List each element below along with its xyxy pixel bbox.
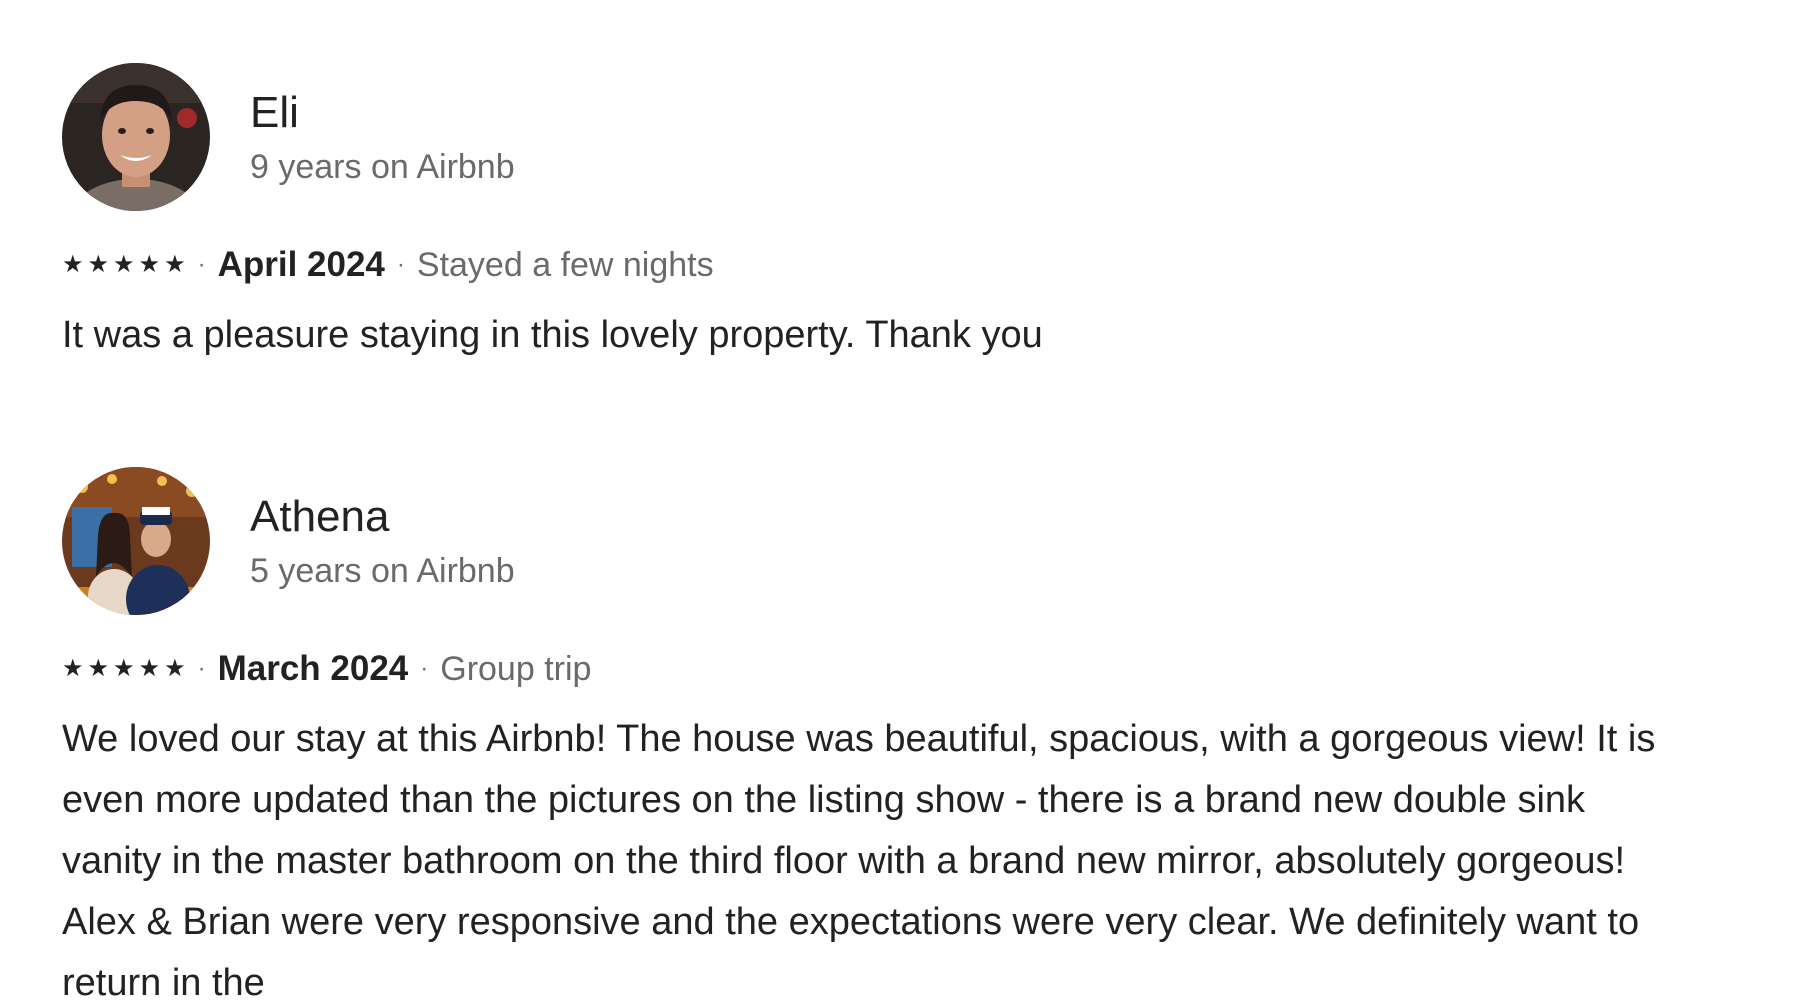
reviewer-header: Athena 5 years on Airbnb xyxy=(62,467,1662,615)
avatar[interactable] xyxy=(62,63,210,211)
separator-dot: · xyxy=(197,655,206,682)
reviewer-info: Eli 9 years on Airbnb xyxy=(250,87,515,187)
star-icon: ★ xyxy=(164,655,186,682)
reviewer-name[interactable]: Athena xyxy=(250,491,515,543)
avatar-photo xyxy=(62,63,210,211)
star-icon: ★ xyxy=(87,655,110,682)
reviewer-header: Eli 9 years on Airbnb xyxy=(62,63,1662,211)
separator-dot: · xyxy=(197,251,206,278)
separator-dot: · xyxy=(420,655,429,682)
review-date: April 2024 xyxy=(217,245,385,284)
star-icon: ★ xyxy=(138,655,161,682)
review-text: It was a pleasure staying in this lovely… xyxy=(62,314,1043,356)
star-icon: ★ xyxy=(138,251,161,278)
star-rating: ★ ★ ★ ★ ★ xyxy=(62,253,186,277)
review-date: March 2024 xyxy=(217,649,409,688)
review-meta: ★ ★ ★ ★ ★ · March 2024 · Group trip xyxy=(62,647,1662,691)
star-icon: ★ xyxy=(62,655,84,682)
star-icon: ★ xyxy=(113,251,135,278)
star-rating: ★ ★ ★ ★ ★ xyxy=(62,657,186,681)
star-icon: ★ xyxy=(87,251,110,278)
star-icon: ★ xyxy=(62,251,84,278)
reviewer-tenure: 5 years on Airbnb xyxy=(250,552,515,590)
review-text: We loved our stay at this Airbnb! The ho… xyxy=(62,718,1656,1000)
stay-type: Group trip xyxy=(440,649,592,688)
star-icon: ★ xyxy=(164,251,186,278)
avatar[interactable] xyxy=(62,467,210,615)
review-card: Eli 9 years on Airbnb ★ ★ ★ ★ ★ · April … xyxy=(62,63,1662,366)
avatar-photo xyxy=(62,467,210,615)
review-meta: ★ ★ ★ ★ ★ · April 2024 · Stayed a few ni… xyxy=(62,243,1662,287)
reviewer-name[interactable]: Eli xyxy=(250,87,515,139)
separator-dot: · xyxy=(396,251,405,278)
stay-type: Stayed a few nights xyxy=(416,245,714,284)
reviewer-tenure: 9 years on Airbnb xyxy=(250,148,515,186)
reviews-list: Eli 9 years on Airbnb ★ ★ ★ ★ ★ · April … xyxy=(0,0,1800,1000)
review-card: Athena 5 years on Airbnb ★ ★ ★ ★ ★ · Mar… xyxy=(62,467,1662,1000)
reviewer-info: Athena 5 years on Airbnb xyxy=(250,491,515,591)
star-icon: ★ xyxy=(113,655,135,682)
